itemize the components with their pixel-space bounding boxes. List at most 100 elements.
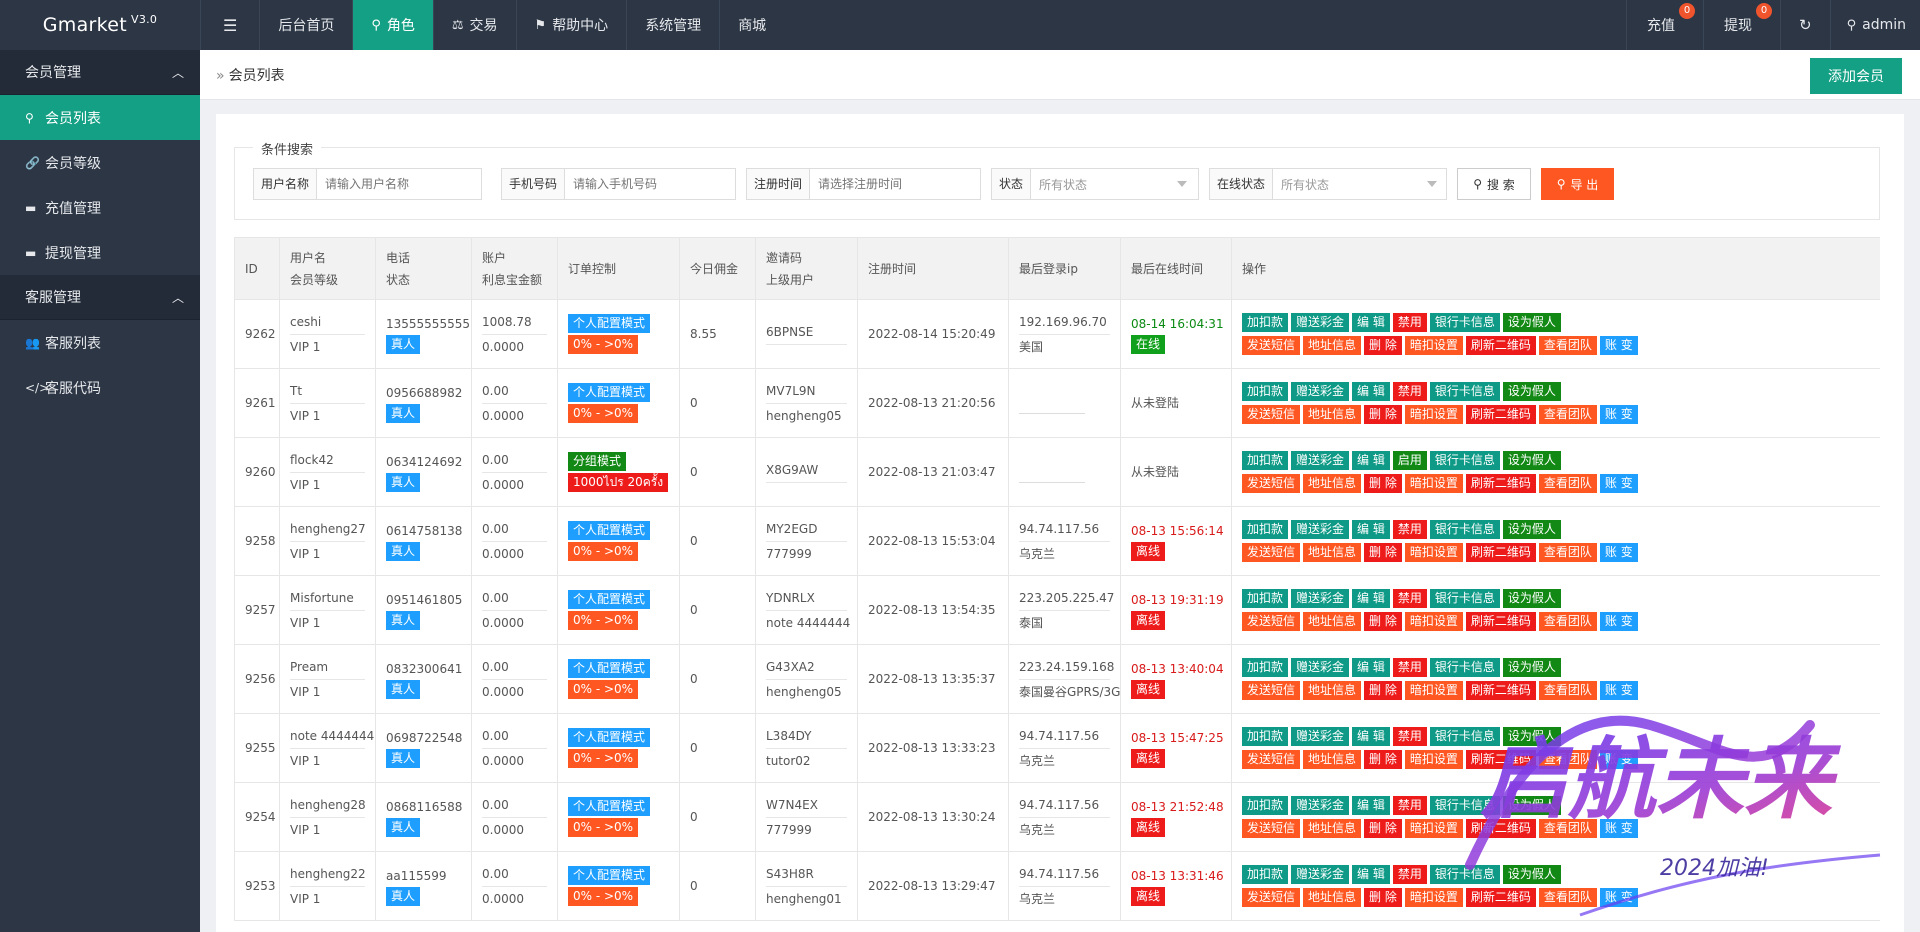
edit-button[interactable]: 编 辑 [1352, 520, 1390, 539]
account-button[interactable]: 账 变 [1599, 405, 1638, 424]
team-button[interactable]: 查看团队 [1538, 336, 1597, 355]
bank-button[interactable]: 银行卡信息 [1429, 727, 1500, 746]
qrcode-button[interactable]: 刷新二维码 [1465, 681, 1536, 700]
ban-button[interactable]: 禁用 [1392, 589, 1427, 608]
ban-button[interactable]: 禁用 [1392, 382, 1427, 401]
sms-button[interactable]: 发送短信 [1242, 750, 1301, 769]
gift-button[interactable]: 赠送彩金 [1291, 796, 1350, 815]
sms-button[interactable]: 发送短信 [1242, 888, 1301, 907]
address-button[interactable]: 地址信息 [1303, 336, 1362, 355]
delete-button[interactable]: 删 除 [1364, 474, 1402, 493]
address-button[interactable]: 地址信息 [1303, 681, 1362, 700]
bank-button[interactable]: 银行卡信息 [1429, 520, 1500, 539]
qrcode-button[interactable]: 刷新二维码 [1465, 888, 1536, 907]
gift-button[interactable]: 赠送彩金 [1291, 520, 1350, 539]
bank-button[interactable]: 银行卡信息 [1429, 313, 1500, 332]
order-range-badge[interactable]: 0% - >0% [568, 887, 639, 906]
add-deduct-button[interactable]: 加扣款 [1242, 865, 1289, 884]
edit-button[interactable]: 编 辑 [1352, 727, 1390, 746]
order-range-badge[interactable]: 1000ไปร 20ครั้ง [568, 473, 669, 492]
fake-button[interactable]: 设为假人 [1502, 520, 1561, 539]
add-deduct-button[interactable]: 加扣款 [1242, 589, 1289, 608]
edit-button[interactable]: 编 辑 [1352, 313, 1390, 332]
sidebar-item-recharge[interactable]: ▬ 充值管理 [0, 185, 200, 230]
add-deduct-button[interactable]: 加扣款 [1242, 382, 1289, 401]
ban-button[interactable]: 禁用 [1392, 658, 1427, 677]
order-range-badge[interactable]: 0% - >0% [568, 611, 639, 630]
bank-button[interactable]: 银行卡信息 [1429, 865, 1500, 884]
delete-button[interactable]: 删 除 [1364, 819, 1402, 838]
delete-button[interactable]: 删 除 [1364, 681, 1402, 700]
team-button[interactable]: 查看团队 [1538, 681, 1597, 700]
delete-button[interactable]: 删 除 [1364, 612, 1402, 631]
deduct-set-button[interactable]: 暗扣设置 [1404, 750, 1463, 769]
deduct-set-button[interactable]: 暗扣设置 [1404, 612, 1463, 631]
sidebar-item-cs-code[interactable]: </> 客服代码 [0, 365, 200, 410]
enable-button[interactable]: 启用 [1392, 451, 1427, 470]
qrcode-button[interactable]: 刷新二维码 [1465, 612, 1536, 631]
add-deduct-button[interactable]: 加扣款 [1242, 520, 1289, 539]
nav-role[interactable]: ⚲ 角色 [352, 0, 433, 50]
deduct-set-button[interactable]: 暗扣设置 [1404, 336, 1463, 355]
order-range-badge[interactable]: 0% - >0% [568, 404, 639, 423]
gift-button[interactable]: 赠送彩金 [1291, 658, 1350, 677]
export-button[interactable]: ⚲ 导 出 [1541, 168, 1614, 200]
order-range-badge[interactable]: 0% - >0% [568, 335, 639, 354]
deduct-set-button[interactable]: 暗扣设置 [1404, 888, 1463, 907]
sidebar-item-member-list[interactable]: ⚲ 会员列表 [0, 95, 200, 140]
nav-mall[interactable]: 商城 [719, 0, 784, 50]
order-mode-badge[interactable]: 个人配置模式 [568, 866, 651, 885]
bank-button[interactable]: 银行卡信息 [1429, 658, 1500, 677]
gift-button[interactable]: 赠送彩金 [1291, 727, 1350, 746]
username-input[interactable] [317, 169, 478, 199]
order-mode-badge[interactable]: 个人配置模式 [568, 314, 651, 333]
team-button[interactable]: 查看团队 [1538, 474, 1597, 493]
account-button[interactable]: 账 变 [1599, 819, 1638, 838]
address-button[interactable]: 地址信息 [1303, 405, 1362, 424]
fake-button[interactable]: 设为假人 [1502, 727, 1561, 746]
sidebar-group-members[interactable]: 会员管理 ︿ [0, 50, 200, 95]
gift-button[interactable]: 赠送彩金 [1291, 382, 1350, 401]
add-member-button[interactable]: 添加会员 [1810, 58, 1902, 94]
qrcode-button[interactable]: 刷新二维码 [1465, 750, 1536, 769]
sidebar-item-cs-list[interactable]: 👥 客服列表 [0, 320, 200, 365]
sidebar-item-withdraw[interactable]: ▬ 提现管理 [0, 230, 200, 275]
delete-button[interactable]: 删 除 [1364, 336, 1402, 355]
address-button[interactable]: 地址信息 [1303, 819, 1362, 838]
sms-button[interactable]: 发送短信 [1242, 474, 1301, 493]
ban-button[interactable]: 禁用 [1392, 796, 1427, 815]
order-mode-badge[interactable]: 个人配置模式 [568, 590, 651, 609]
sidebar-group-service[interactable]: 客服管理 ︿ [0, 275, 200, 320]
order-mode-badge[interactable]: 分组模式 [568, 452, 627, 471]
account-button[interactable]: 账 变 [1599, 474, 1638, 493]
status-select[interactable]: 所有状态 [1031, 169, 1196, 199]
nav-trade[interactable]: ⚖ 交易 [432, 0, 516, 50]
fake-button[interactable]: 设为假人 [1502, 313, 1561, 332]
add-deduct-button[interactable]: 加扣款 [1242, 727, 1289, 746]
menu-toggle-icon[interactable]: ☰ [200, 0, 259, 50]
order-mode-badge[interactable]: 个人配置模式 [568, 728, 651, 747]
edit-button[interactable]: 编 辑 [1352, 658, 1390, 677]
address-button[interactable]: 地址信息 [1303, 474, 1362, 493]
order-range-badge[interactable]: 0% - >0% [568, 542, 639, 561]
nav-help[interactable]: ⚑ 帮助中心 [515, 0, 627, 50]
gift-button[interactable]: 赠送彩金 [1291, 451, 1350, 470]
deduct-set-button[interactable]: 暗扣设置 [1404, 681, 1463, 700]
bank-button[interactable]: 银行卡信息 [1429, 382, 1500, 401]
team-button[interactable]: 查看团队 [1538, 750, 1597, 769]
address-button[interactable]: 地址信息 [1303, 543, 1362, 562]
address-button[interactable]: 地址信息 [1303, 888, 1362, 907]
edit-button[interactable]: 编 辑 [1352, 796, 1390, 815]
add-deduct-button[interactable]: 加扣款 [1242, 658, 1289, 677]
team-button[interactable]: 查看团队 [1538, 612, 1597, 631]
bank-button[interactable]: 银行卡信息 [1429, 451, 1500, 470]
sms-button[interactable]: 发送短信 [1242, 681, 1301, 700]
delete-button[interactable]: 删 除 [1364, 543, 1402, 562]
team-button[interactable]: 查看团队 [1538, 888, 1597, 907]
add-deduct-button[interactable]: 加扣款 [1242, 451, 1289, 470]
nav-withdraw[interactable]: 提现 0 [1703, 0, 1780, 50]
account-button[interactable]: 账 变 [1599, 612, 1638, 631]
bank-button[interactable]: 银行卡信息 [1429, 796, 1500, 815]
delete-button[interactable]: 删 除 [1364, 888, 1402, 907]
qrcode-button[interactable]: 刷新二维码 [1465, 474, 1536, 493]
